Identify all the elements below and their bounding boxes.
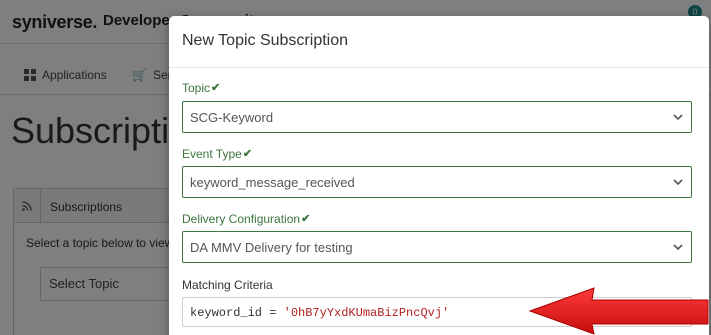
topic-label-text: Topic [182, 81, 211, 95]
delivery-configuration-select[interactable]: DA MMV Delivery for testing [182, 231, 692, 263]
event-type-label: Event Type ✔ [182, 147, 252, 161]
delivery-configuration-label: Delivery Configuration ✔ [182, 212, 310, 226]
check-icon: ✔ [242, 147, 253, 160]
chevron-down-icon [673, 244, 683, 251]
topic-label: Topic ✔ [182, 81, 220, 95]
matching-criteria-label: Matching Criteria [182, 278, 273, 292]
modal-title: New Topic Subscription [182, 32, 349, 49]
event-type-label-text: Event Type [182, 147, 242, 161]
topic-select[interactable]: SCG-Keyword [182, 101, 692, 133]
chevron-down-icon [673, 179, 683, 186]
delivery-configuration-label-text: Delivery Configuration [182, 212, 301, 226]
modal-header: New Topic Subscription [169, 16, 709, 68]
check-icon: ✔ [211, 81, 221, 94]
check-icon: ✔ [301, 212, 311, 225]
matching-criteria-label-text: Matching Criteria [182, 278, 273, 292]
event-type-select[interactable]: keyword_message_received [182, 166, 692, 198]
red-arrow-annotation [528, 287, 709, 335]
event-type-select-value: keyword_message_received [190, 175, 355, 190]
topic-select-value: SCG-Keyword [190, 110, 274, 125]
criteria-key: keyword_id = [190, 306, 284, 320]
criteria-value: '0hB7yYxdKUmaBizPncQvj' [283, 306, 450, 320]
chevron-down-icon [673, 114, 683, 121]
delivery-configuration-select-value: DA MMV Delivery for testing [190, 240, 353, 255]
matching-criteria-code: keyword_id = '0hB7yYxdKUmaBizPncQvj' [190, 306, 449, 320]
